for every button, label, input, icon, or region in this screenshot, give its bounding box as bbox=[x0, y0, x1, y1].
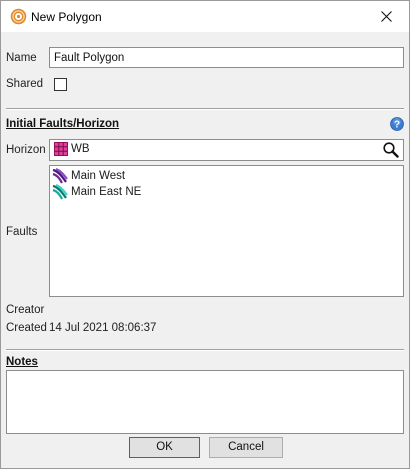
created-value: 14 Jul 2021 08:06:37 bbox=[49, 322, 157, 334]
shared-checkbox[interactable] bbox=[54, 78, 67, 91]
window-title: New Polygon bbox=[31, 10, 102, 24]
close-button[interactable] bbox=[363, 1, 409, 32]
horizon-field[interactable]: WB bbox=[49, 139, 404, 161]
name-input[interactable] bbox=[49, 47, 404, 68]
shared-label: Shared bbox=[6, 78, 44, 90]
name-label: Name bbox=[6, 52, 37, 64]
created-label: Created bbox=[6, 322, 47, 334]
fault-name: Main West bbox=[71, 170, 126, 182]
ok-button[interactable]: OK bbox=[129, 437, 200, 458]
polygon-app-icon bbox=[10, 8, 27, 25]
horizon-label: Horizon bbox=[6, 144, 46, 156]
divider bbox=[6, 349, 404, 351]
close-icon bbox=[380, 11, 392, 22]
search-icon[interactable] bbox=[382, 141, 400, 159]
fault-surface-purple-icon bbox=[52, 168, 68, 184]
faults-list[interactable]: Main West Main East NE bbox=[49, 165, 404, 297]
horizon-value: WB bbox=[71, 143, 90, 155]
fault-name: Main East NE bbox=[71, 186, 142, 198]
dialog-body: Name Shared Initial Faults/Horizon ? Hor… bbox=[1, 32, 409, 468]
creator-label: Creator bbox=[6, 304, 45, 316]
notes-heading: Notes bbox=[6, 356, 38, 368]
new-polygon-dialog: New Polygon Name Shared Initial Faults/H… bbox=[0, 0, 410, 469]
faults-label: Faults bbox=[6, 226, 38, 238]
fault-surface-teal-icon bbox=[52, 184, 68, 200]
svg-text:?: ? bbox=[394, 120, 400, 131]
horizon-grid-icon bbox=[54, 142, 68, 156]
title-bar[interactable]: New Polygon bbox=[1, 1, 409, 32]
list-item-main-east-ne[interactable]: Main East NE bbox=[52, 184, 141, 200]
help-icon[interactable]: ? bbox=[390, 117, 404, 131]
list-item-main-west[interactable]: Main West bbox=[52, 168, 125, 184]
notes-textarea[interactable] bbox=[6, 370, 404, 434]
cancel-button[interactable]: Cancel bbox=[209, 437, 283, 458]
divider bbox=[6, 108, 404, 110]
initial-faults-horizon-heading: Initial Faults/Horizon bbox=[6, 118, 120, 130]
